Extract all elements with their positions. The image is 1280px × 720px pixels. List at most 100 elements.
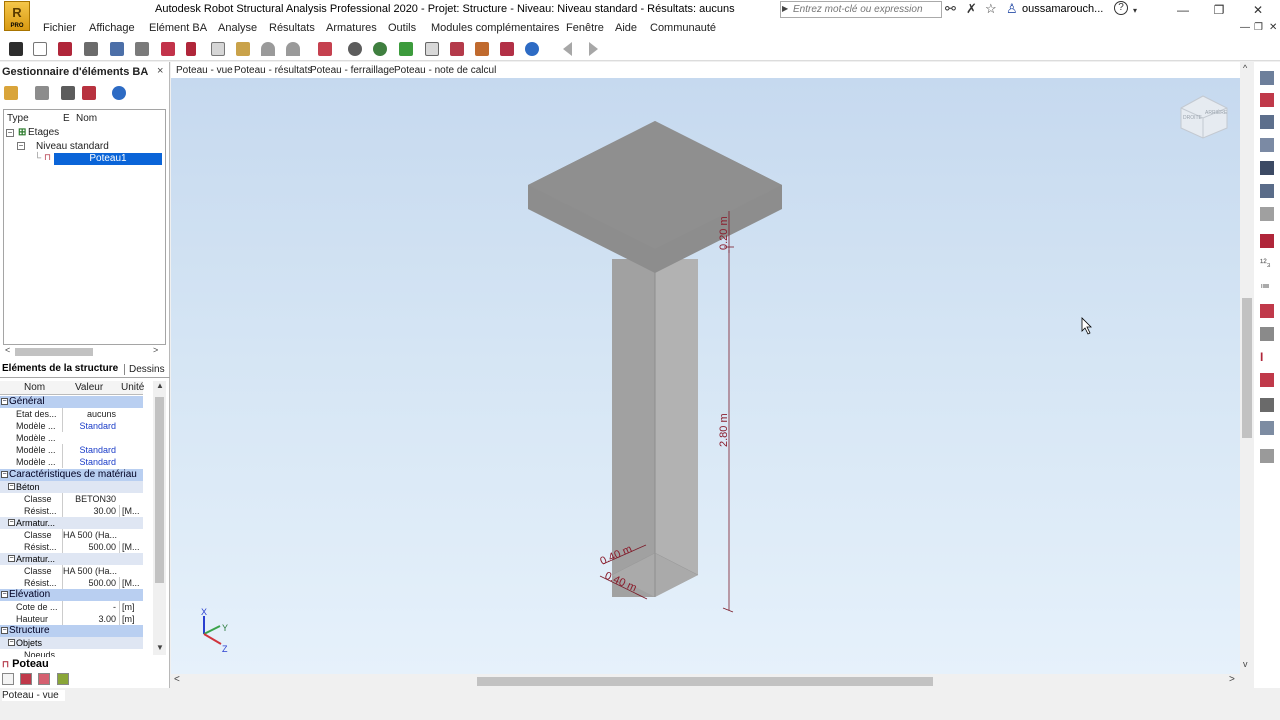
load-icon[interactable] [1260,373,1274,387]
search-input[interactable] [793,2,939,17]
paste-icon[interactable] [234,40,252,58]
tree-node-level[interactable]: Niveau standard [36,141,109,152]
close-button[interactable]: ✕ [1243,1,1273,19]
table-row[interactable]: Etat des... aucuns [0,408,143,420]
scroll-thumb[interactable] [15,348,93,356]
element-list-icon[interactable] [2,673,14,685]
row-value[interactable]: HA 500 (Ha... [62,529,118,541]
screen-capture-icon[interactable] [133,40,151,58]
collapse-icon[interactable]: − [8,483,15,490]
new-file-icon[interactable] [31,40,49,58]
menu-armatures[interactable]: Armatures [326,22,377,34]
section-structure[interactable]: − Structure [0,625,143,637]
zoom-window-icon[interactable] [346,40,364,58]
rotate-icon[interactable] [1260,207,1274,221]
table-row[interactable]: Noeuds [0,649,143,657]
table-icon[interactable] [316,40,334,58]
subsection-armature-1[interactable]: − Armatur... [0,517,143,529]
row-value[interactable]: 3.00 [62,613,118,625]
tab-dessins[interactable]: Dessins [124,364,165,375]
undo-icon[interactable] [259,40,277,58]
scroll-down-icon[interactable]: ▼ [156,643,164,652]
print-icon[interactable] [82,40,100,58]
collapse-icon[interactable]: − [1,627,8,634]
slab-view-icon[interactable] [1260,115,1274,129]
edit-element-icon[interactable] [35,86,49,100]
zoom-icon[interactable] [371,40,389,58]
row-value[interactable]: - [62,601,118,613]
cut-icon[interactable] [184,40,202,58]
viewport-vertical-scrollbar[interactable]: ^ v [1240,62,1254,674]
profile-icon[interactable] [1260,327,1274,341]
numbering-icon[interactable]: ¹²₃ [1260,258,1274,272]
tree-horizontal-scrollbar[interactable]: < > [3,345,163,358]
scroll-down-icon[interactable]: v [1243,659,1248,669]
tree-node-poteau1[interactable]: Poteau1 [54,153,162,165]
row-value[interactable]: Standard [62,456,118,468]
menu-outils[interactable]: Outils [388,22,416,34]
scroll-thumb[interactable] [1242,298,1252,438]
column-view-icon[interactable] [1260,138,1274,152]
section-icon[interactable] [448,40,466,58]
panel-help-icon[interactable] [112,86,126,100]
foundation-icon[interactable] [1260,161,1274,175]
collapse-icon[interactable]: − [1,471,8,478]
tools-wrench-icon[interactable] [498,40,516,58]
previous-arrow-icon[interactable] [561,40,579,58]
menu-communaute[interactable]: Communauté [650,22,716,34]
subscription-icon[interactable]: ✗ [966,2,977,16]
collapse-icon[interactable]: − [1,398,8,405]
row-value[interactable]: Standard [62,444,118,456]
menu-fenetre[interactable]: Fenêtre [566,22,604,34]
help-toolbar-icon[interactable] [523,40,541,58]
user-icon[interactable]: ♙ [1006,2,1018,16]
copy-icon[interactable] [209,40,227,58]
row-value[interactable]: BETON30 [62,493,118,505]
column-icon[interactable] [38,673,50,685]
slab-icon[interactable] [57,673,69,685]
table-row[interactable]: Modèle ... Standard [0,444,143,456]
calculation-notes-icon[interactable] [423,40,441,58]
tab-poteau-note[interactable]: Poteau - note de calcul [394,65,496,76]
scroll-up-icon[interactable]: ^ [1243,63,1247,73]
3d-viewport[interactable]: 0.20 m 2.80 m 0.40 m 0.40 m DROITE ARRIÈ… [171,78,1240,674]
tree-collapse-icon[interactable]: − [6,129,14,137]
table-row[interactable]: Résist... 500.00 [M... [0,577,143,589]
collapse-icon[interactable]: − [8,519,15,526]
mdi-minimize-button[interactable]: — [1240,22,1250,33]
collapse-icon[interactable]: − [8,555,15,562]
favorites-star-icon[interactable]: ☆ [985,2,997,16]
table-row[interactable]: Résist... 500.00 [M... [0,541,143,553]
menu-analyse[interactable]: Analyse [218,22,257,34]
wall-icon[interactable] [1260,184,1274,198]
tree-node-etages[interactable]: Etages [28,127,59,138]
row-value[interactable]: 30.00 [62,505,118,517]
menu-modules[interactable]: Modules complémentaires [431,22,559,34]
table-row[interactable]: Résist... 30.00 [M... [0,505,143,517]
scroll-thumb[interactable] [155,397,164,583]
help-dropdown-icon[interactable]: ▾ [1133,4,1137,18]
table-view-icon[interactable] [1260,421,1274,435]
menu-affichage[interactable]: Affichage [89,22,135,34]
scroll-left-icon[interactable]: < [5,345,10,355]
export-icon[interactable] [159,40,177,58]
user-name[interactable]: oussamarouch... [1022,3,1103,15]
table-row[interactable]: Modèle ... Standard [0,420,143,432]
panel-close-icon[interactable]: × [157,65,163,77]
row-value[interactable]: 500.00 [62,541,118,553]
table-row[interactable]: Classe HA 500 (Ha... [0,565,143,577]
tab-poteau[interactable]: ⊓ Poteau [2,658,49,672]
column-side-face[interactable] [655,259,698,597]
list-icon[interactable]: ≔ [1260,281,1274,295]
menu-fichier[interactable]: Fichier [43,22,76,34]
redo-icon[interactable] [284,40,302,58]
filter-icon[interactable] [61,86,75,100]
table-row[interactable]: Hauteur 3.00 [m] [0,613,143,625]
tab-poteau-vue[interactable]: Poteau - vue [176,65,233,77]
collapse-icon[interactable]: − [8,639,15,646]
print-preview-icon[interactable] [108,40,126,58]
save-icon[interactable] [56,40,74,58]
subsection-armature-2[interactable]: − Armatur... [0,553,143,565]
subsection-beton[interactable]: − Béton [0,481,143,493]
menu-aide[interactable]: Aide [615,22,637,34]
